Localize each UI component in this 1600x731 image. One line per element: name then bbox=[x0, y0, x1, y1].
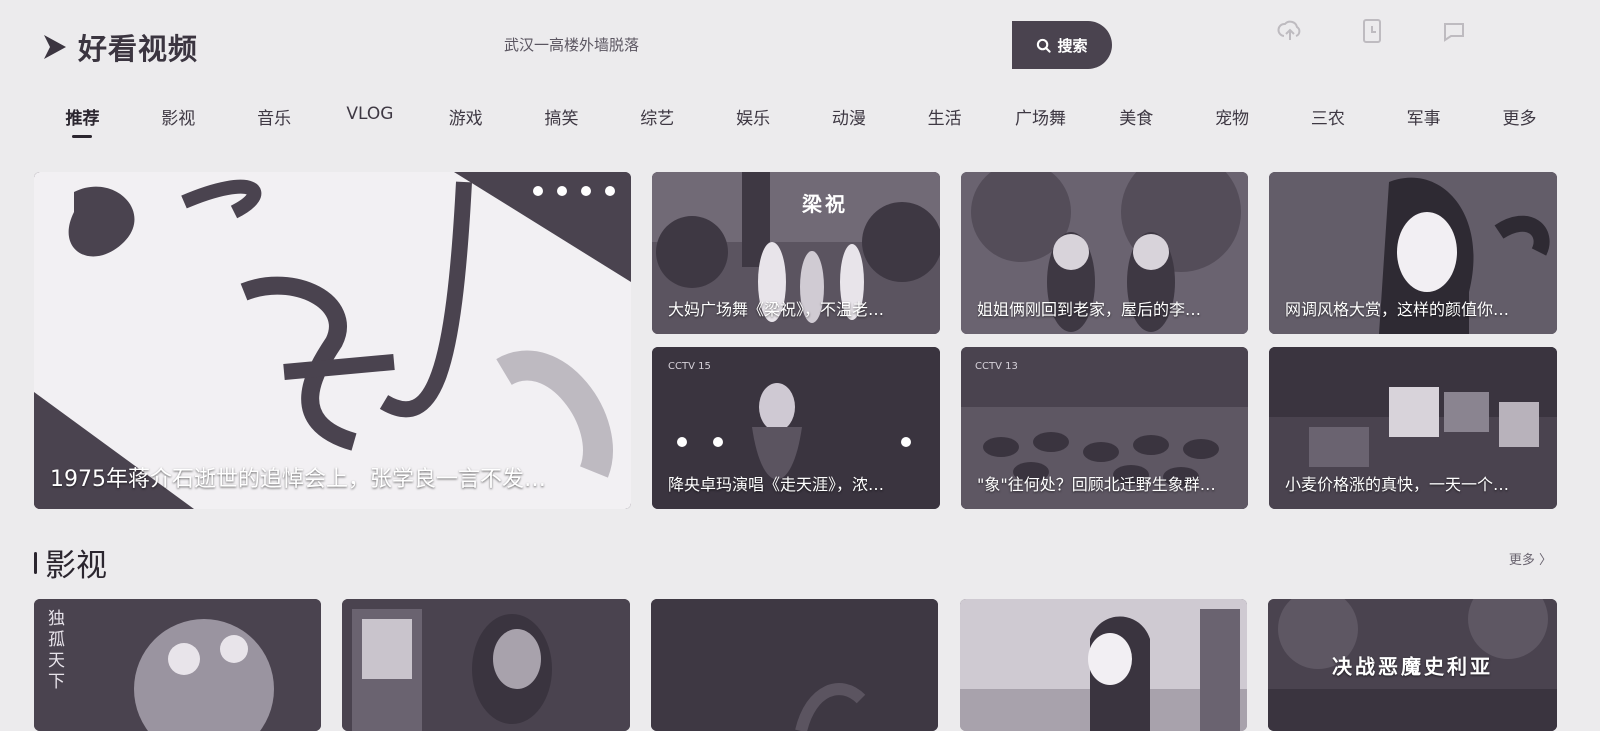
tab-life[interactable]: 生活 bbox=[897, 104, 992, 129]
video-card[interactable]: 小麦价格涨的真快，一天一个… bbox=[1269, 347, 1557, 509]
category-nav: 推荐 影视 音乐 VLOG 游戏 搞笑 综艺 娱乐 动漫 生活 广场舞 美食 宠… bbox=[35, 104, 1567, 138]
tab-square-dance[interactable]: 广场舞 bbox=[993, 104, 1088, 129]
film-card[interactable] bbox=[342, 599, 630, 731]
search-bar: 搜索 bbox=[480, 21, 1112, 69]
upload-icon bbox=[1277, 20, 1301, 40]
play-logo-icon bbox=[44, 35, 66, 59]
featured-title: 1975年蒋介石逝世的追悼会上，张学良一言不发… bbox=[50, 467, 546, 492]
tab-funny[interactable]: 搞笑 bbox=[514, 104, 609, 129]
header-tools bbox=[1262, 18, 1482, 52]
logo-text: 好看视频 bbox=[78, 32, 199, 66]
tab-vlog[interactable]: VLOG bbox=[322, 104, 417, 129]
video-title: "象"往何处？回顾北迁野生象群… bbox=[977, 475, 1216, 494]
film-card[interactable]: 决战恶魔史利亚 bbox=[1268, 599, 1557, 731]
video-card[interactable]: 网调风格大赏，这样的颜值你… bbox=[1269, 172, 1557, 334]
section-title: 影视 bbox=[45, 548, 107, 584]
history-tool[interactable] bbox=[1344, 18, 1400, 52]
film-card[interactable] bbox=[960, 599, 1247, 731]
video-card[interactable]: CCTV 13 "象"往何处？回顾北迁野生象群… bbox=[961, 347, 1248, 509]
svg-text:CCTV 15: CCTV 15 bbox=[668, 361, 711, 372]
tab-food[interactable]: 美食 bbox=[1089, 104, 1184, 129]
video-title: 小麦价格涨的真快，一天一个… bbox=[1285, 475, 1510, 494]
video-overlay-text: 梁祝 bbox=[802, 192, 848, 216]
section-header: 影视 bbox=[34, 540, 107, 585]
tab-military[interactable]: 军事 bbox=[1376, 104, 1471, 129]
logo[interactable]: 好看视频 bbox=[40, 26, 198, 68]
section-accent-bar bbox=[34, 551, 37, 574]
tab-more[interactable]: 更多 bbox=[1472, 104, 1567, 129]
video-card[interactable]: 梁祝 大妈广场舞《梁祝》，不温老… bbox=[652, 172, 940, 334]
film-card[interactable]: 独孤天下 bbox=[34, 599, 321, 731]
history-icon bbox=[1363, 19, 1381, 43]
carousel-dot[interactable] bbox=[605, 186, 615, 196]
film-thumbnail bbox=[960, 599, 1247, 731]
section-more-link[interactable]: 更多 〉 bbox=[1509, 549, 1552, 568]
video-title: 大妈广场舞《梁祝》，不温老… bbox=[668, 300, 885, 319]
video-title: 姐姐俩刚回到老家，屋后的李… bbox=[977, 300, 1202, 319]
search-button[interactable]: 搜索 bbox=[1012, 21, 1112, 69]
film-overlay-text: 独孤天下 bbox=[44, 609, 64, 693]
message-tool[interactable] bbox=[1426, 18, 1482, 52]
message-icon bbox=[1444, 23, 1464, 42]
film-thumbnail bbox=[342, 599, 630, 731]
carousel-dot[interactable] bbox=[557, 186, 567, 196]
tab-recommend[interactable]: 推荐 bbox=[35, 104, 130, 138]
tab-entertainment[interactable]: 娱乐 bbox=[706, 104, 801, 129]
carousel-dot[interactable] bbox=[581, 186, 591, 196]
film-overlay-text: 决战恶魔史利亚 bbox=[1332, 654, 1493, 679]
film-thumbnail bbox=[651, 599, 938, 731]
tab-music[interactable]: 音乐 bbox=[227, 104, 322, 129]
tab-variety[interactable]: 综艺 bbox=[610, 104, 705, 129]
carousel-dots bbox=[533, 186, 615, 196]
tab-anime[interactable]: 动漫 bbox=[801, 104, 896, 129]
tab-film[interactable]: 影视 bbox=[131, 104, 226, 129]
search-button-label: 搜索 bbox=[1057, 36, 1088, 55]
film-thumbnail bbox=[34, 599, 321, 731]
svg-text:CCTV 13: CCTV 13 bbox=[975, 361, 1018, 372]
upload-tool[interactable] bbox=[1262, 18, 1318, 52]
video-card[interactable]: CCTV 15 降央卓玛演唱《走天涯》，浓… bbox=[652, 347, 940, 509]
search-icon bbox=[1036, 38, 1052, 53]
video-title: 降央卓玛演唱《走天涯》，浓… bbox=[668, 475, 885, 494]
video-card[interactable]: 姐姐俩刚回到老家，屋后的李… bbox=[961, 172, 1248, 334]
film-card[interactable] bbox=[651, 599, 938, 731]
video-title: 网调风格大赏，这样的颜值你… bbox=[1285, 300, 1510, 319]
tab-pets[interactable]: 宠物 bbox=[1185, 104, 1280, 129]
featured-thumbnail bbox=[34, 172, 631, 509]
featured-video-card[interactable]: 1975年蒋介石逝世的追悼会上，张学良一言不发… bbox=[34, 172, 631, 509]
tab-game[interactable]: 游戏 bbox=[418, 104, 513, 129]
search-input[interactable] bbox=[504, 21, 964, 69]
carousel-dot[interactable] bbox=[533, 186, 543, 196]
tab-agriculture[interactable]: 三农 bbox=[1280, 104, 1375, 129]
